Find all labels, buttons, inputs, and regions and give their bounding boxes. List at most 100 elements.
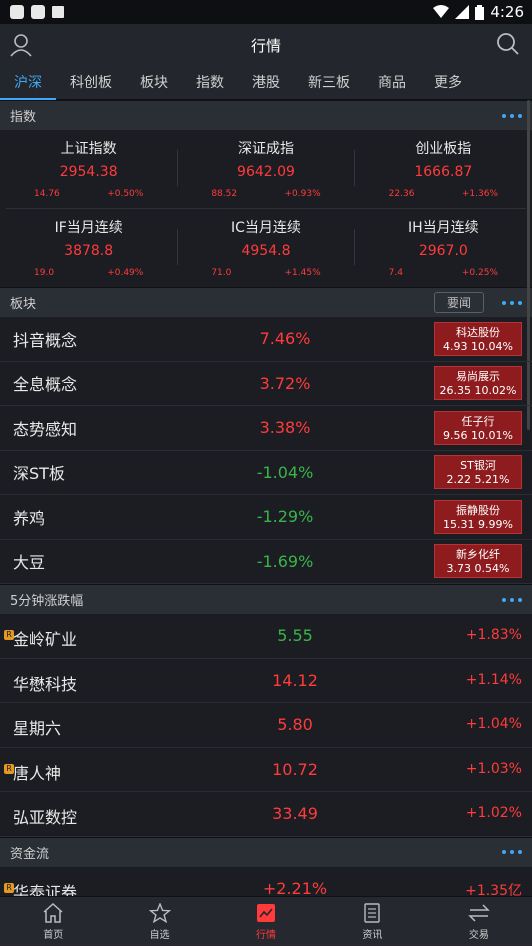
index-price: 1666.87	[414, 164, 473, 180]
stock-row[interactable]: 星期六 5.80 +1.04%	[0, 703, 532, 748]
index-card[interactable]: 创业板指 1666.87 22.36 +1.36%	[355, 130, 532, 208]
index-card[interactable]: IF当月连续 3878.8 19.0 +0.49%	[0, 209, 177, 287]
leading-stock-name: 易尚展示	[456, 370, 500, 384]
index-name: 创业板指	[415, 141, 472, 157]
search-icon[interactable]	[496, 32, 520, 60]
trade-icon	[468, 903, 490, 922]
sector-row[interactable]: 态势感知 3.38% 任子行 9.56 10.01%	[0, 406, 532, 451]
tab-sectors[interactable]: 板块	[126, 66, 182, 100]
leading-stock-info: 15.31 9.99%	[443, 517, 513, 531]
stock-row[interactable]: R 唐人神 10.72 +1.03%	[0, 748, 532, 792]
stock-pct: +1.03%	[465, 760, 522, 777]
index-card[interactable]: 上证指数 2954.38 14.76 +0.50%	[0, 130, 177, 208]
sector-pct: 7.46%	[259, 329, 311, 349]
wifi-icon	[433, 5, 450, 18]
leading-stock-name: 新乡化纤	[456, 548, 500, 562]
sector-row[interactable]: 深ST板 -1.04% ST银河 2.22 5.21%	[0, 451, 532, 495]
index-price: 3878.8	[64, 243, 114, 259]
tab-star-market[interactable]: 科创板	[56, 66, 126, 100]
fast-movers-list: R 金岭矿业 5.55 +1.83% 华懋科技 14.12 +1.14% 星期六…	[0, 614, 532, 837]
more-dots-icon[interactable]	[502, 597, 522, 602]
sector-row[interactable]: 大豆 -1.69% 新乡化纤 3.73 0.54%	[0, 540, 532, 584]
leading-stock[interactable]: 任子行 9.56 10.01%	[434, 410, 522, 445]
sector-row[interactable]: 抖音概念 7.46% 科达股份 4.93 10.04%	[0, 317, 532, 362]
index-name: 上证指数	[60, 141, 117, 157]
section-label: 5分钟涨跌幅	[10, 594, 84, 609]
notification-icon	[31, 5, 45, 19]
tab-indices[interactable]: 指数	[182, 66, 238, 100]
fast-movers-section-header[interactable]: 5分钟涨跌幅	[0, 584, 532, 614]
sector-section-header[interactable]: 板块 要闻	[0, 287, 532, 317]
stock-row[interactable]: R 金岭矿业 5.55 +1.83%	[0, 614, 532, 659]
leading-stock-name: 任子行	[461, 414, 495, 428]
index-pct: +1.36%	[461, 189, 498, 199]
nav-label: 交易	[468, 929, 489, 941]
tab-neeq[interactable]: 新三板	[294, 66, 364, 100]
index-price: 9642.09	[237, 164, 295, 180]
tab-hk-stocks[interactable]: 港股	[238, 66, 294, 100]
index-name: 深证成指	[237, 141, 294, 157]
leading-stock[interactable]: 科达股份 4.93 10.04%	[434, 321, 522, 356]
nav-watchlist[interactable]: 自选	[106, 897, 212, 946]
index-card[interactable]: 深证成指 9642.09 88.52 +0.93%	[177, 130, 355, 208]
nav-market[interactable]: 行情	[213, 897, 319, 946]
index-pct: +1.45%	[284, 268, 321, 278]
sector-name: 全息概念	[13, 375, 78, 395]
index-grid: 上证指数 2954.38 14.76 +0.50% 深证成指 9642.09 8…	[0, 130, 532, 287]
tab-hushen[interactable]: 沪深	[0, 66, 56, 100]
sector-pct: -1.69%	[256, 551, 314, 571]
leading-stock[interactable]: 新乡化纤 3.73 0.54%	[434, 544, 522, 579]
index-price: 4954.8	[241, 243, 291, 259]
index-name: IC当月连续	[231, 220, 301, 236]
capital-flow-section-header[interactable]: 资金流	[0, 836, 532, 867]
sector-pct: -1.29%	[256, 507, 314, 527]
user-icon[interactable]	[10, 33, 32, 61]
leading-stock-info: 26.35 10.02%	[439, 384, 517, 398]
leading-stock[interactable]: ST银河 2.22 5.21%	[434, 455, 522, 490]
stock-name: 唐人神	[13, 763, 62, 783]
stock-pct: +1.14%	[465, 671, 522, 688]
indices-section-header[interactable]: 指数	[0, 100, 532, 130]
stock-change: +2.21%	[262, 878, 328, 898]
tab-commodities[interactable]: 商品	[364, 66, 420, 100]
stock-name: 弘亚数控	[13, 808, 78, 827]
index-card[interactable]: IC当月连续 4954.8 71.0 +1.45%	[177, 209, 355, 287]
index-name: IF当月连续	[54, 220, 123, 236]
more-dots-icon[interactable]	[502, 300, 522, 305]
index-card[interactable]: IH当月连续 2967.0 7.4 +0.25%	[355, 209, 532, 287]
nav-label: 行情	[256, 929, 277, 941]
stock-pct: +1.04%	[465, 716, 522, 732]
stock-row[interactable]: 华懋科技 14.12 +1.14%	[0, 659, 532, 703]
leading-stock-info: 3.73 0.54%	[446, 562, 510, 576]
index-pct: +0.25%	[461, 268, 498, 278]
more-dots-icon[interactable]	[502, 850, 522, 854]
status-bar: 4:26	[0, 0, 532, 24]
more-dots-icon[interactable]	[502, 113, 522, 118]
nav-label: 资讯	[362, 929, 383, 941]
stock-pct: +1.02%	[465, 805, 522, 821]
tab-more[interactable]: 更多	[420, 66, 476, 100]
section-label: 指数	[10, 110, 37, 125]
nav-news[interactable]: 资讯	[319, 897, 425, 946]
leading-stock-name: ST银河	[460, 459, 496, 473]
nav-label: 自选	[149, 929, 170, 941]
stock-pct: +1.83%	[465, 627, 522, 643]
leading-stock-name: 科达股份	[456, 325, 500, 339]
sector-name: 深ST板	[13, 464, 65, 484]
notification-icon	[10, 5, 24, 19]
leading-stock[interactable]: 振静股份 15.31 9.99%	[434, 499, 522, 534]
stock-price: 14.12	[272, 670, 318, 690]
news-icon	[364, 902, 381, 923]
nav-trade[interactable]: 交易	[426, 897, 532, 946]
sector-pct: -1.04%	[256, 462, 314, 482]
leading-stock[interactable]: 易尚展示 26.35 10.02%	[434, 366, 522, 401]
sector-name: 养鸡	[13, 508, 46, 528]
sector-row[interactable]: 养鸡 -1.29% 振静股份 15.31 9.99%	[0, 495, 532, 540]
index-change: 88.52	[211, 189, 238, 199]
stock-row[interactable]: 弘亚数控 33.49 +1.02%	[0, 792, 532, 837]
status-time: 4:26	[490, 3, 524, 21]
index-change: 19.0	[34, 268, 55, 278]
nav-home[interactable]: 首页	[0, 897, 106, 946]
sector-row[interactable]: 全息概念 3.72% 易尚展示 26.35 10.02%	[0, 362, 532, 406]
news-button[interactable]: 要闻	[433, 292, 484, 313]
